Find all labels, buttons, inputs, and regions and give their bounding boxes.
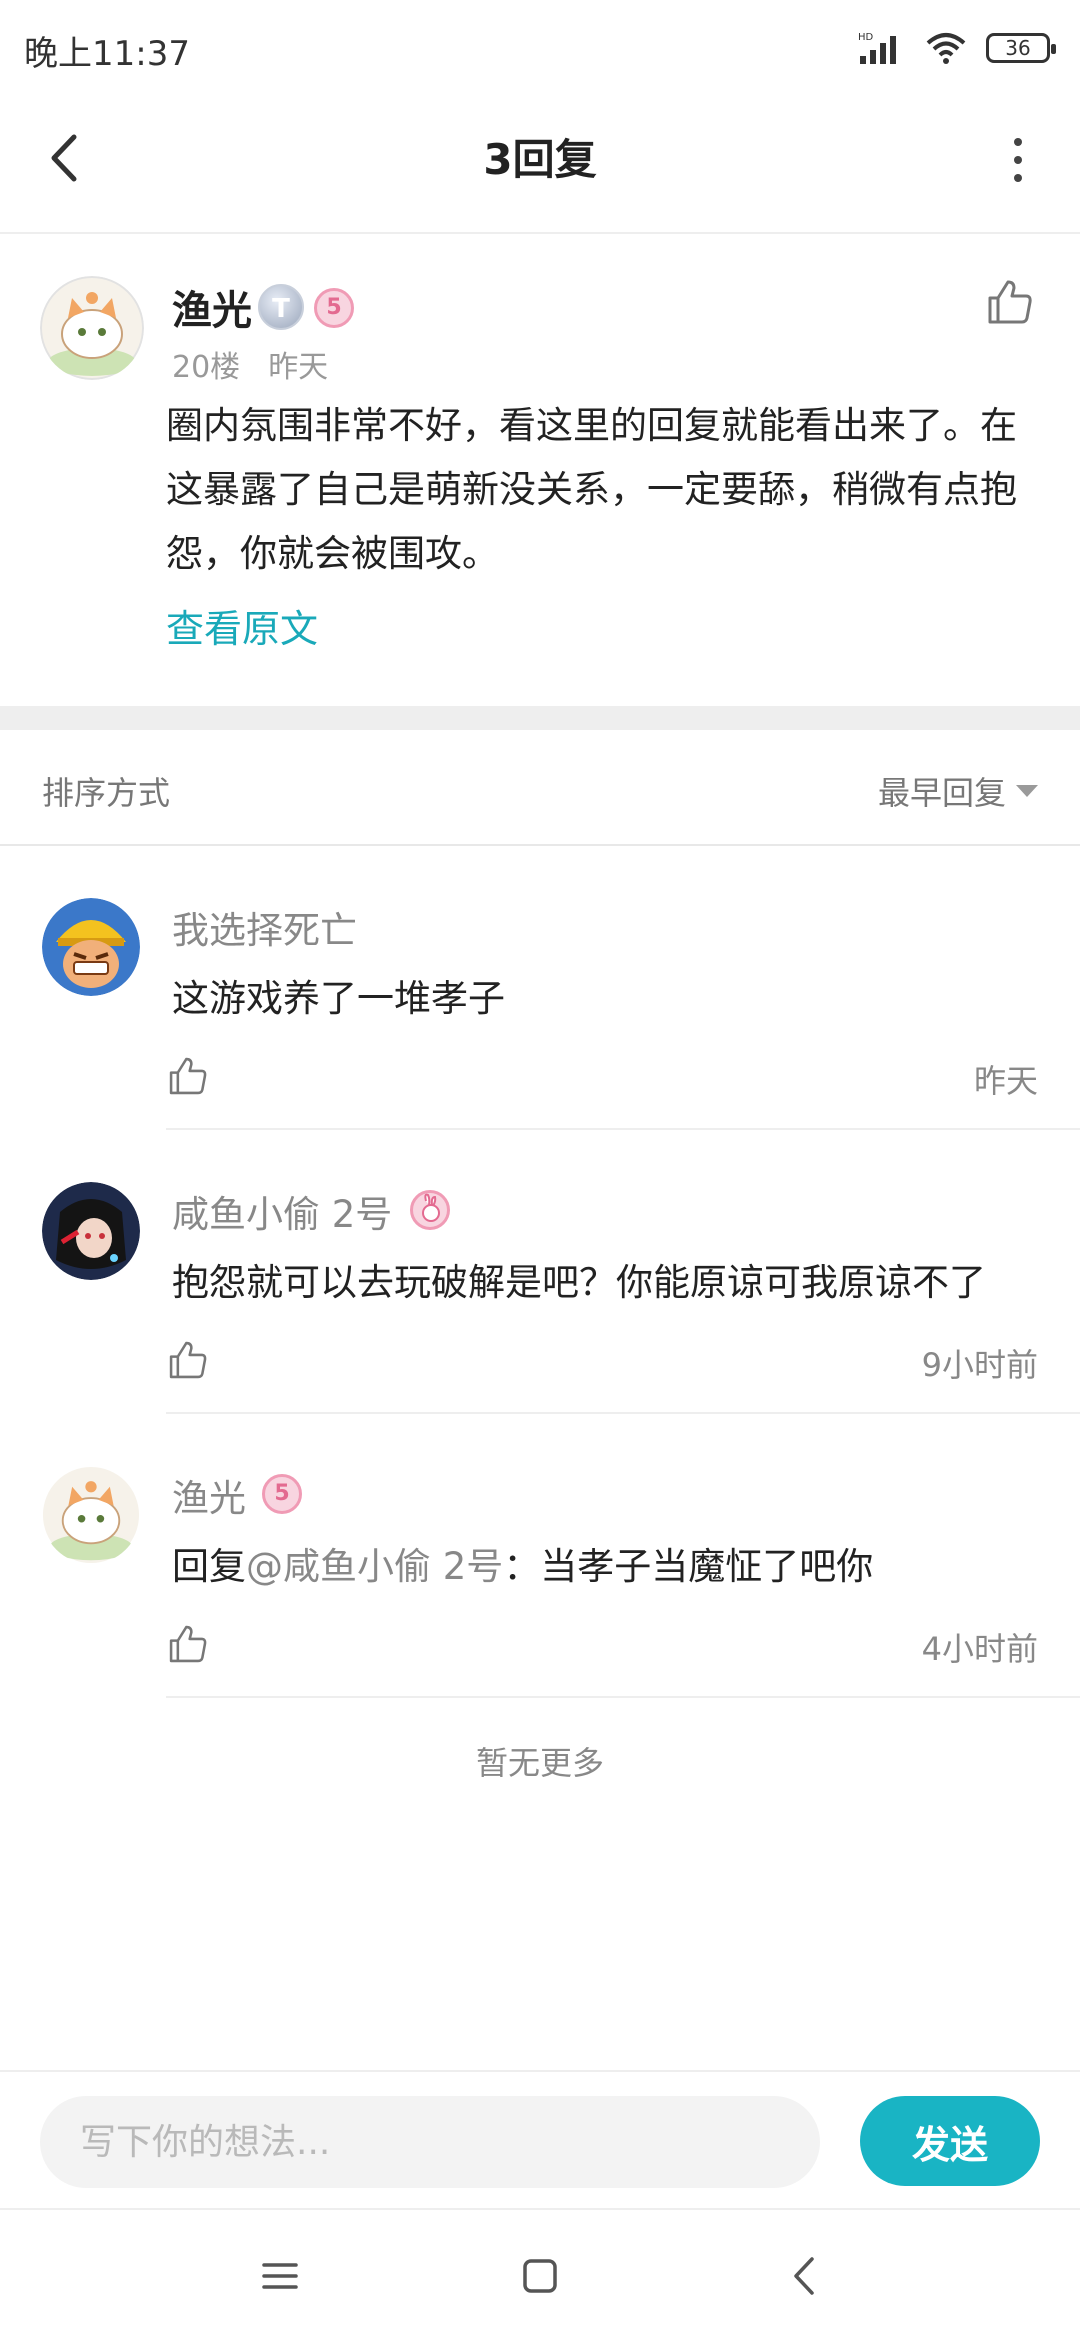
reply-item: 咸鱼小偷 2号 抱怨就可以去玩破解是吧？你能原谅可我原谅不了 9小时前 <box>0 1130 1080 1414</box>
more-dot-icon <box>1014 174 1022 182</box>
svg-text:HD: HD <box>858 32 874 43</box>
anime-avatar-icon <box>42 1182 140 1280</box>
level-badge-icon: 5 <box>262 1474 302 1514</box>
thumbs-up-icon <box>169 1625 207 1663</box>
cat-avatar-icon <box>42 1466 140 1564</box>
post-meta: 20楼 昨天 <box>172 342 328 386</box>
send-button[interactable]: 发送 <box>860 2096 1040 2186</box>
recent-apps-button[interactable] <box>250 2246 310 2306</box>
signal-icon: HD <box>858 32 896 64</box>
system-nav-bar <box>0 2212 1080 2340</box>
thumbs-up-icon <box>169 1341 207 1379</box>
thumbs-up-icon <box>988 280 1032 324</box>
view-original-link[interactable]: 查看原文 <box>166 598 318 653</box>
avatar[interactable] <box>42 898 140 996</box>
like-button[interactable] <box>166 1338 210 1382</box>
like-button[interactable] <box>984 276 1036 328</box>
home-button[interactable] <box>510 2246 570 2306</box>
avatar[interactable] <box>42 1466 140 1564</box>
back-arrow-icon <box>794 2257 814 2295</box>
top-app-bar: 3回复 <box>0 96 1080 234</box>
comment-input[interactable] <box>40 2096 820 2188</box>
reply-time: 4小时前 <box>921 1630 1038 1668</box>
original-comment: 渔光 T 5 20楼 昨天 圈内氛围非常不好，看这里的回复就能看出来了。在这暴露了… <box>0 236 1080 706</box>
reply-body: 这游戏养了一堆孝子 <box>172 977 505 1020</box>
author-name[interactable]: 渔光 <box>172 278 252 336</box>
like-button[interactable] <box>166 1622 210 1666</box>
more-dot-icon <box>1014 138 1022 146</box>
level-badge-icon <box>410 1190 450 1230</box>
rabbit-icon <box>422 1193 440 1222</box>
reply-time: 昨天 <box>973 1062 1038 1100</box>
post-time: 昨天 <box>268 350 329 385</box>
avatar[interactable] <box>42 1182 140 1280</box>
comment-input-bar: 发送 <box>0 2070 1080 2210</box>
avatar[interactable] <box>40 276 144 380</box>
sort-selected: 最早回复 <box>877 774 1006 812</box>
thumbs-up-icon <box>169 1057 207 1095</box>
title-badge-icon: T <box>258 284 304 330</box>
page-title: 3回复 <box>483 135 597 184</box>
reply-time: 9小时前 <box>921 1346 1038 1384</box>
more-options-button[interactable] <box>1006 132 1030 188</box>
reply-body: 回复@咸鱼小偷 2号：当孝子当魔怔了吧你 <box>172 1536 1052 1590</box>
warrior-avatar-icon <box>42 898 140 996</box>
divider <box>166 1696 1080 1698</box>
author-name[interactable]: 渔光 <box>172 1468 246 1522</box>
floor-number: 20楼 <box>172 350 241 385</box>
section-divider <box>0 706 1080 730</box>
no-more-label: 暂无更多 <box>475 1744 604 1782</box>
battery-icon: 36 <box>986 33 1056 63</box>
menu-icon <box>262 2263 298 2289</box>
sort-bar: 排序方式 最早回复 <box>0 730 1080 846</box>
status-time: 晚上11:37 <box>24 34 190 74</box>
wifi-icon <box>926 33 966 64</box>
comment-body: 圈内氛围非常不好，看这里的回复就能看出来了。在这暴露了自己是萌新没关系，一定要舔… <box>166 404 1017 575</box>
reply-body: 抱怨就可以去玩破解是吧？你能原谅可我原谅不了 <box>172 1261 986 1304</box>
sort-label: 排序方式 <box>42 774 171 812</box>
status-bar: 晚上11:37 HD 36 <box>0 0 1080 96</box>
reply-item: 我选择死亡 这游戏养了一堆孝子 昨天 <box>0 846 1080 1130</box>
like-button[interactable] <box>166 1054 210 1098</box>
reply-prefix: 回复 <box>172 1545 246 1588</box>
reply-content: ：当孝子当魔怔了吧你 <box>503 1545 874 1588</box>
author-name[interactable]: 我选择死亡 <box>172 900 357 954</box>
sort-dropdown[interactable]: 最早回复 <box>878 768 1038 814</box>
caret-down-icon <box>1016 785 1038 797</box>
author-name[interactable]: 咸鱼小偷 2号 <box>172 1184 392 1238</box>
system-back-button[interactable] <box>774 2246 834 2306</box>
reply-item: 渔光 5 回复@咸鱼小偷 2号：当孝子当魔怔了吧你 4小时前 <box>0 1414 1080 1698</box>
cat-avatar-icon <box>40 276 144 380</box>
square-icon <box>523 2259 557 2293</box>
mention-link[interactable]: @咸鱼小偷 2号 <box>246 1545 503 1588</box>
more-dot-icon <box>1014 156 1022 164</box>
level-badge-icon: 5 <box>314 288 354 328</box>
